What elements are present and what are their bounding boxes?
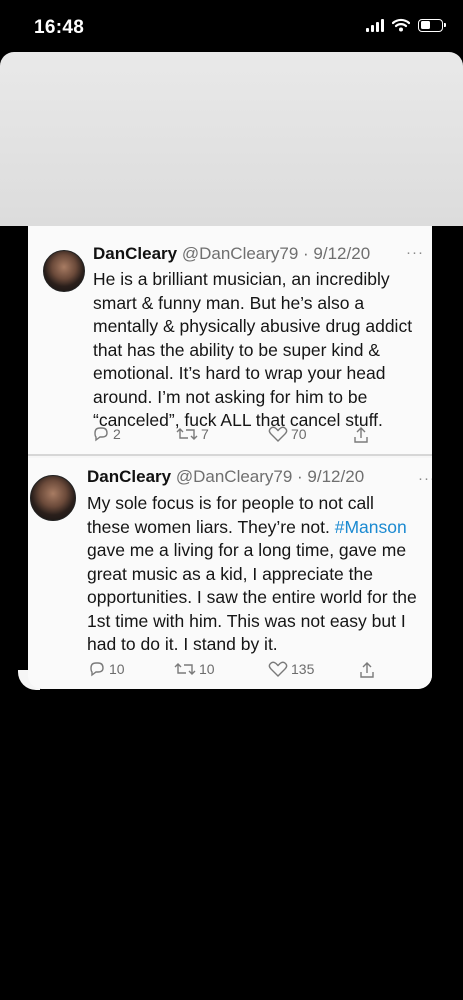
retweet-icon	[174, 663, 196, 675]
tweet-header: DanCleary @DanCleary79 · 9/12/20	[93, 244, 370, 264]
image-message-bubble[interactable]: DanCleary @DanCleary79 · 9/12/20 ··· He …	[28, 226, 432, 689]
author-name[interactable]: DanCleary	[93, 244, 177, 263]
retweet-icon	[176, 428, 198, 440]
heart-icon	[268, 426, 288, 442]
status-bar: 16:48	[0, 0, 463, 52]
retweet-button[interactable]: 7	[176, 426, 209, 442]
hashtag-link[interactable]: #Manson	[335, 517, 407, 537]
reply-button[interactable]: 10	[88, 661, 125, 677]
like-button[interactable]: 70	[268, 426, 307, 442]
battery-icon	[418, 18, 446, 32]
author-handle-date: @DanCleary79 · 9/12/20	[181, 244, 371, 263]
avatar[interactable]	[30, 475, 76, 521]
share-button[interactable]	[352, 426, 370, 444]
reply-count: 2	[113, 426, 121, 442]
tweet-card[interactable]: DanCleary @DanCleary79 · 9/12/20 ··· My …	[28, 458, 432, 689]
retweet-count: 10	[199, 661, 215, 677]
wifi-icon	[392, 18, 410, 32]
tweet-header: DanCleary @DanCleary79 · 9/12/20	[87, 467, 364, 487]
share-icon	[354, 427, 368, 443]
like-count: 135	[291, 661, 315, 677]
more-options-icon[interactable]: ···	[406, 244, 424, 261]
author-handle-date: @DanCleary79 · 9/12/20	[175, 467, 365, 486]
share-icon	[360, 662, 374, 678]
heart-icon	[268, 661, 288, 677]
like-button[interactable]: 135	[268, 661, 314, 677]
status-icons	[366, 18, 446, 32]
tweet-actions: 10 10 135	[28, 661, 432, 683]
cellular-signal-icon	[366, 18, 384, 32]
reply-count: 10	[109, 661, 125, 677]
reply-button[interactable]: 2	[92, 426, 121, 442]
tweet-actions: 2 7 70	[28, 426, 432, 448]
avatar[interactable]	[43, 250, 85, 292]
more-options-icon[interactable]: ···	[418, 470, 432, 487]
tweet-text: He is a brilliant musician, an incredibl…	[93, 269, 413, 430]
message-card-top[interactable]	[0, 52, 463, 226]
reply-icon	[90, 662, 104, 677]
tweet-text: My sole focus is for people to not call …	[87, 493, 417, 654]
share-button[interactable]	[358, 661, 376, 679]
like-count: 70	[291, 426, 307, 442]
tweet-card[interactable]: DanCleary @DanCleary79 · 9/12/20 ··· He …	[28, 226, 432, 456]
retweet-button[interactable]: 10	[174, 661, 215, 677]
status-time: 16:48	[34, 17, 85, 38]
reply-icon	[94, 427, 108, 442]
retweet-count: 7	[201, 426, 209, 442]
author-name[interactable]: DanCleary	[87, 467, 171, 486]
